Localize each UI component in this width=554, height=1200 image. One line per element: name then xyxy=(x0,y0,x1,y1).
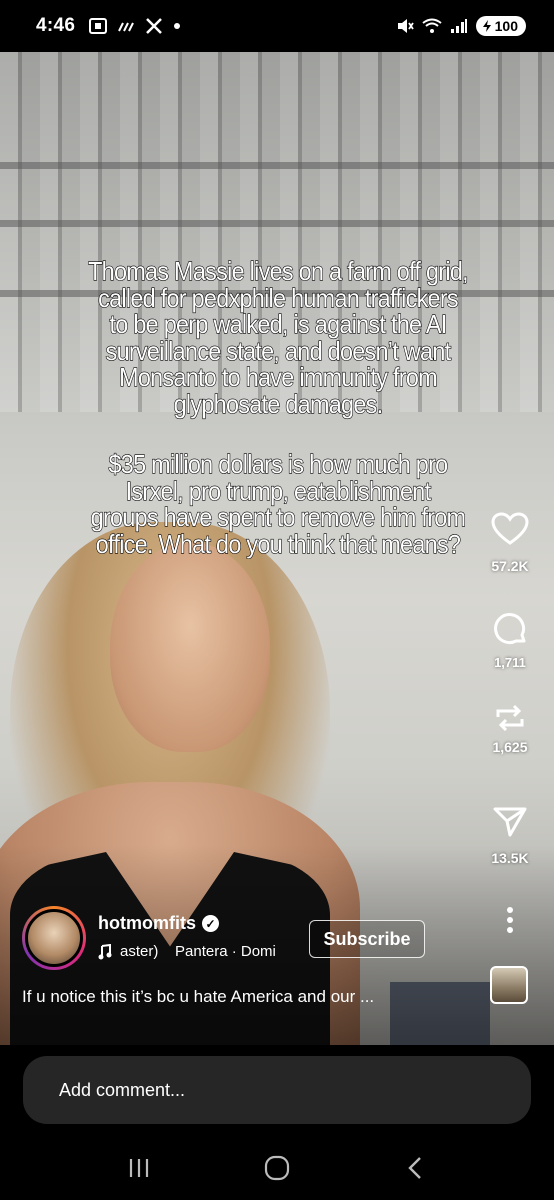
caption-line: Thomas Massie lives on a farm off grid, xyxy=(88,256,470,286)
more-vertical-icon[interactable] xyxy=(506,906,514,934)
home-button[interactable] xyxy=(252,1148,302,1188)
account-name-row[interactable]: hotmomfits ✓ xyxy=(98,913,219,934)
caption-line: surveillance state, and doesn’t want xyxy=(105,335,452,366)
home-icon xyxy=(264,1155,290,1180)
like-action[interactable]: 57.2K xyxy=(474,512,546,574)
caption-line: $35 million dollars is how much pro xyxy=(108,449,449,480)
back-icon xyxy=(408,1156,421,1179)
battery-indicator: 100 xyxy=(475,16,526,36)
subscribe-button[interactable]: Subscribe xyxy=(309,920,425,958)
caption-line: glyphosate damages. xyxy=(173,388,384,419)
dot-icon xyxy=(174,23,181,29)
status-right: 100 xyxy=(396,16,526,36)
heart-icon[interactable] xyxy=(491,512,529,546)
cell-signal-icon xyxy=(450,19,467,33)
username[interactable]: hotmomfits xyxy=(98,913,196,934)
caption-line: Monsanto to have immunity from xyxy=(119,362,439,393)
music-note-icon xyxy=(98,943,112,959)
caption-line: to be perp walked, is against the AI xyxy=(109,309,448,340)
avatar-image xyxy=(25,909,83,967)
caption-line: Isrxel, pro trump, eatablishment xyxy=(125,475,432,506)
caption-line: office. What do you think that means? xyxy=(95,528,461,559)
battery-level: 100 xyxy=(494,18,518,34)
screenshot-icon xyxy=(89,18,108,34)
avatar[interactable] xyxy=(22,906,86,970)
recent-apps-button[interactable] xyxy=(114,1148,164,1188)
comment-placeholder: Add comment... xyxy=(59,1079,186,1100)
post-description[interactable]: If u notice this it’s bc u hate America … xyxy=(22,987,472,1007)
wifi-icon xyxy=(422,18,442,33)
repost-icon[interactable] xyxy=(492,703,528,733)
share-count: 13.5K xyxy=(491,850,529,866)
verified-badge-icon: ✓ xyxy=(202,915,219,932)
audio-thumbnail[interactable] xyxy=(490,966,528,1004)
ceiling-beam xyxy=(0,220,554,227)
send-icon[interactable] xyxy=(493,806,527,838)
signal-bars-icon xyxy=(118,22,135,32)
caption-line: called for pedxphile human traffickers xyxy=(98,282,460,313)
caption-line: groups have spent to remove him from xyxy=(90,502,466,533)
system-nav-bar xyxy=(0,1145,554,1190)
caption-paragraph-1: Thomas Massie lives on a farm off grid, … xyxy=(49,256,506,419)
comment-action[interactable]: 1,711 xyxy=(474,611,546,670)
repost-count: 1,625 xyxy=(492,739,528,755)
like-count: 57.2K xyxy=(491,558,529,574)
comment-input[interactable]: Add comment... xyxy=(23,1056,531,1124)
x-logo-icon xyxy=(146,18,163,34)
back-button[interactable] xyxy=(390,1148,440,1188)
status-bar: 4:46 100 xyxy=(0,0,554,52)
bottom-bar: Add comment... xyxy=(0,1045,554,1200)
mute-icon xyxy=(397,19,414,33)
charging-icon xyxy=(482,20,491,32)
audio-track[interactable]: aster) Pantera · Domi xyxy=(98,943,308,960)
status-left-icons xyxy=(89,17,181,35)
more-options[interactable] xyxy=(474,906,546,934)
comment-count: 1,711 xyxy=(494,655,526,670)
comment-icon[interactable] xyxy=(492,611,528,647)
repost-action[interactable]: 1,625 xyxy=(474,703,546,755)
audio-track-label: aster) Pantera · Domi xyxy=(120,943,276,960)
caption-paragraph-2: $35 million dollars is how much pro Isrx… xyxy=(49,449,506,559)
video-caption: Thomas Massie lives on a farm off grid, … xyxy=(49,256,506,591)
recent-apps-icon xyxy=(129,1158,149,1177)
share-action[interactable]: 13.5K xyxy=(474,806,546,866)
status-time: 4:46 xyxy=(36,15,76,36)
ceiling-beam xyxy=(0,162,554,169)
